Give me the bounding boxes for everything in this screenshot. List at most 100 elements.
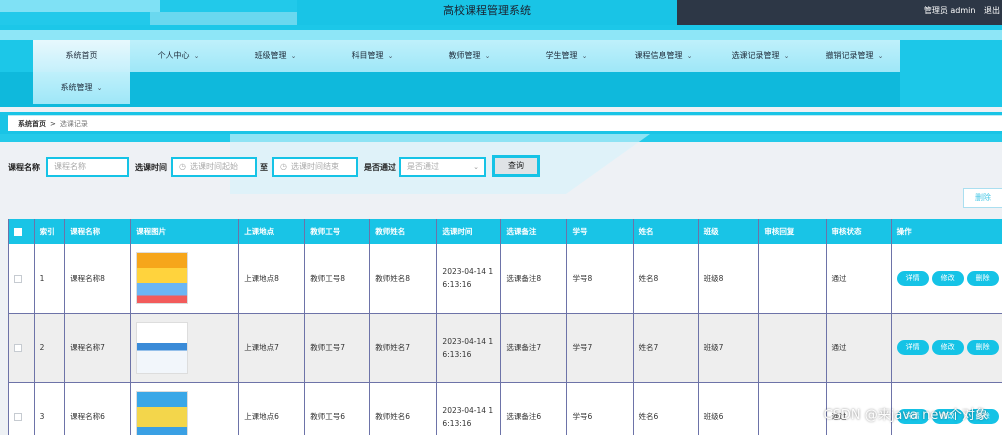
table-row: 1 课程名称8 上课地点8 教师工号8 教师姓名8 2023-04-14 1 6:… xyxy=(9,244,1002,314)
time-start-placeholder: 选课时间起始 xyxy=(189,162,238,171)
name-cell: 姓名8 xyxy=(633,244,699,314)
student-no-cell: 学号8 xyxy=(566,244,634,314)
nav-item-label: 系统管理 xyxy=(60,83,93,92)
location-cell: 上课地点7 xyxy=(238,313,306,383)
chevron-down-icon: ⌄ xyxy=(290,52,297,60)
student-no-cell: 学号6 xyxy=(566,382,634,435)
time-end-placeholder: 选课时间结束 xyxy=(290,162,339,171)
chevron-down-icon: ⌄ xyxy=(484,52,491,60)
row-checkbox[interactable] xyxy=(14,344,22,352)
main-nav: 系统首页 个人中心 ⌄ 班级管理 ⌄ 科目管理 ⌄ 教师管理 ⌄ 学生管理 ⌄ 课程信息管… xyxy=(33,40,900,104)
column-header: 教师工号 xyxy=(304,219,371,244)
nav-item-student-management[interactable]: 学生管理 ⌄ xyxy=(518,40,615,72)
nav-item-revoke-record-management[interactable]: 撤销记录管理 ⌄ xyxy=(809,40,900,72)
time-start-input[interactable]: ◷ 选课时间起始 xyxy=(171,157,257,177)
detail-button[interactable]: 详情 xyxy=(896,270,929,286)
chevron-down-icon: ⌄ xyxy=(686,52,693,60)
reply-cell xyxy=(758,244,827,314)
nav-item-course-info-management[interactable]: 课程信息管理 ⌄ xyxy=(615,40,712,72)
course-name-cell: 课程名称8 xyxy=(64,244,132,314)
select-all-cell xyxy=(9,219,35,244)
edit-button[interactable]: 修改 xyxy=(931,340,964,355)
course-image-cell xyxy=(130,313,240,383)
records-table: 索引 课程名称 课程图片 上课地点 教师工号 教师姓名 选课时间 选课备注 学号… xyxy=(8,219,1002,435)
column-header: 索引 xyxy=(34,219,66,244)
nav-item-subject-management[interactable]: 科目管理 ⌄ xyxy=(324,40,421,72)
row-checkbox[interactable] xyxy=(14,274,22,283)
user-name: 管理员 admin xyxy=(923,6,976,15)
edit-button[interactable]: 修改 xyxy=(931,270,964,286)
row-checkbox[interactable] xyxy=(14,413,22,421)
chevron-down-icon: ⌄ xyxy=(473,163,479,171)
student-no-cell: 学号7 xyxy=(566,313,634,383)
teacher-name-cell: 教师姓名7 xyxy=(369,313,438,383)
nav-item-label: 课程信息管理 xyxy=(634,51,683,60)
chevron-down-icon: ⌄ xyxy=(877,52,884,60)
nav-item-label: 个人中心 xyxy=(157,51,190,60)
column-header: 课程图片 xyxy=(130,219,240,244)
logout-link[interactable]: 退出 xyxy=(984,6,1000,15)
batch-delete-button[interactable]: 删除 xyxy=(963,188,1002,208)
actions-cell: 详情 修改 删除 xyxy=(891,313,1002,383)
nav-item-personal-center[interactable]: 个人中心 ⌄ xyxy=(130,40,227,72)
delete-button[interactable]: 删除 xyxy=(966,340,999,355)
name-cell: 姓名7 xyxy=(633,313,699,383)
course-name-placeholder: 课程名称 xyxy=(54,162,86,171)
time-line-1: 2023-04-14 1 xyxy=(442,405,494,415)
index-cell: 2 xyxy=(34,313,66,383)
top-bar: 高校课程管理系统 管理员 admin 退出 xyxy=(0,0,1002,25)
nav-item-label: 系统首页 xyxy=(65,51,98,60)
time-line-1: 2023-04-14 1 xyxy=(442,336,494,346)
remark-cell: 选课备注6 xyxy=(500,382,568,435)
time-range-separator: 至 xyxy=(260,163,268,172)
column-header: 姓名 xyxy=(633,219,699,244)
breadcrumb-current: 选课记录 xyxy=(59,120,88,128)
nav-item-home[interactable]: 系统首页 xyxy=(33,40,130,72)
status-cell: 通过 xyxy=(826,313,892,383)
app-title: 高校课程管理系统 xyxy=(297,0,677,25)
chevron-down-icon: ⌄ xyxy=(783,52,790,60)
select-time-cell: 2023-04-14 1 6:13:16 xyxy=(436,244,502,314)
chevron-down-icon: ⌄ xyxy=(387,52,394,60)
nav-item-class-management[interactable]: 班级管理 ⌄ xyxy=(227,40,324,72)
time-line-1: 2023-04-14 1 xyxy=(442,267,494,277)
user-area: 管理员 admin 退出 xyxy=(918,0,1002,25)
reply-cell xyxy=(758,313,827,383)
course-image[interactable] xyxy=(136,252,189,305)
query-button[interactable]: 查询 xyxy=(492,155,540,177)
course-image[interactable] xyxy=(136,390,189,435)
nav-item-label: 学生管理 xyxy=(545,51,578,60)
nav-item-label: 撤销记录管理 xyxy=(825,51,874,60)
remark-cell: 选课备注8 xyxy=(500,244,568,314)
table-row: 2 课程名称7 上课地点7 教师工号7 教师姓名7 2023-04-14 1 6:… xyxy=(9,313,1002,383)
nav-item-label: 科目管理 xyxy=(351,51,384,60)
select-time-cell: 2023-04-14 1 6:13:16 xyxy=(436,382,502,435)
select-all-checkbox[interactable] xyxy=(14,228,22,236)
course-name-cell: 课程名称7 xyxy=(64,313,132,383)
index-cell: 3 xyxy=(34,382,66,435)
delete-button[interactable]: 删除 xyxy=(966,270,999,286)
table-header-row: 索引 课程名称 课程图片 上课地点 教师工号 教师姓名 选课时间 选课备注 学号… xyxy=(9,219,1002,244)
course-name-input[interactable]: 课程名称 xyxy=(46,157,129,177)
pass-select[interactable]: 是否通过 ⌄ xyxy=(399,157,486,177)
row-select-cell xyxy=(9,382,35,435)
status-cell: 通过 xyxy=(826,244,892,314)
nav-item-system-management[interactable]: 系统管理 ⌄ xyxy=(33,72,130,104)
nav-item-teacher-management[interactable]: 教师管理 ⌄ xyxy=(421,40,518,72)
course-image[interactable] xyxy=(136,321,189,374)
detail-button[interactable]: 详情 xyxy=(896,340,929,355)
column-header: 教师姓名 xyxy=(369,219,438,244)
time-line-2: 6:13:16 xyxy=(442,280,472,290)
nav-item-selection-record-management[interactable]: 选课记录管理 ⌄ xyxy=(712,40,809,72)
clock-icon: ◷ xyxy=(179,162,186,171)
breadcrumb-home[interactable]: 系统首页 xyxy=(18,120,46,128)
time-end-input[interactable]: ◷ 选课时间结束 xyxy=(272,157,358,177)
column-header: 审核状态 xyxy=(826,219,892,244)
clock-icon: ◷ xyxy=(280,162,287,171)
row-select-cell xyxy=(9,313,35,383)
nav-item-label: 选课记录管理 xyxy=(731,51,780,60)
pass-select-placeholder: 是否通过 xyxy=(407,162,439,171)
location-cell: 上课地点6 xyxy=(238,382,306,435)
time-line-2: 6:13:16 xyxy=(442,349,472,359)
column-header: 操作 xyxy=(891,219,1002,244)
